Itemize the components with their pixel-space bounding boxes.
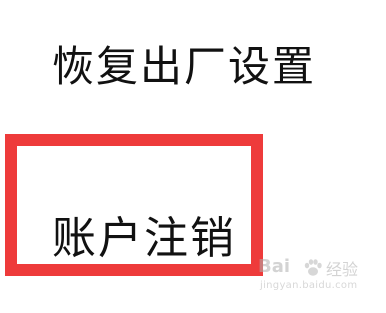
account-cancellation-label: 账户注销 [52,213,236,264]
paw-icon [304,259,322,276]
watermark-suffix: 经验 [326,260,359,279]
baidu-jingyan-watermark: Bai 经验 jingyan.baidu.com [258,256,378,296]
watermark-brand: Bai [258,256,291,277]
factory-reset-item[interactable]: 恢复出厂设置 [52,34,316,92]
factory-reset-label: 恢复出厂设置 [52,41,317,91]
account-cancellation-item[interactable]: 账户注销 [52,198,236,270]
watermark-url: jingyan.baidu.com [260,280,358,291]
